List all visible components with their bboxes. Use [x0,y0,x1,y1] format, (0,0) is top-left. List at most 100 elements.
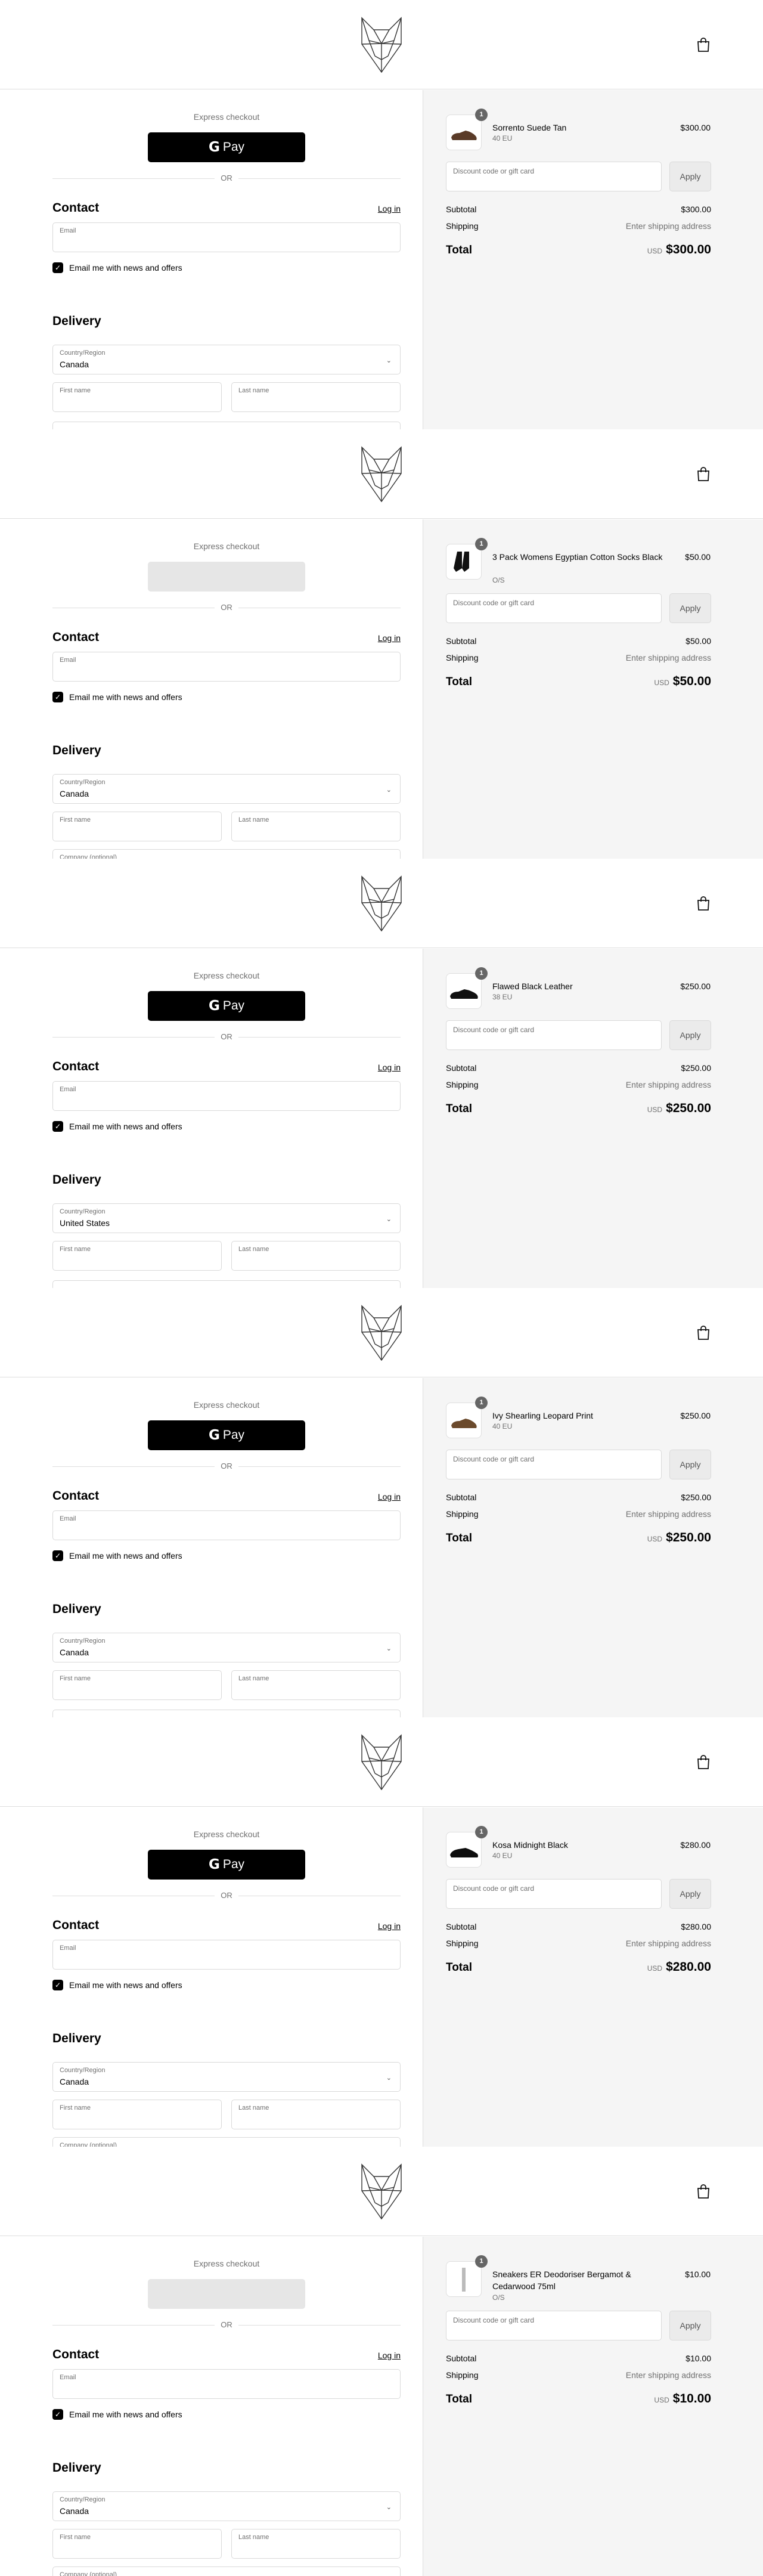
country-select[interactable]: Country/Region United States ⌄ [52,1203,401,1233]
order-summary: 1 Sneakers ER Deodoriser Bergamot & Ceda… [423,2237,763,2576]
country-select[interactable]: Country/Region Canada ⌄ [52,774,401,804]
first-name-field[interactable]: First name [52,812,222,841]
first-name-field[interactable]: First name [52,2529,222,2559]
first-name-field[interactable]: First name [52,1241,222,1271]
google-pay-button[interactable]: G Pay [148,132,305,162]
last-name-field[interactable]: Last name [231,1241,401,1271]
company-field[interactable]: Company (optional) [52,2137,401,2147]
last-name-field[interactable]: Last name [231,2100,401,2129]
login-link[interactable]: Log in [378,1921,401,1931]
newsletter-label[interactable]: Email me with news and offers [69,1980,182,1990]
login-link[interactable]: Log in [378,1492,401,1501]
product-shape [450,989,478,999]
wolf-logo-icon[interactable] [359,17,404,73]
or-divider: OR [52,1462,401,1471]
email-field[interactable]: Email [52,222,401,252]
first-name-label: First name [60,1675,91,1682]
login-link[interactable]: Log in [378,2351,401,2360]
wolf-logo-icon[interactable] [359,1305,404,1361]
newsletter-checkbox[interactable]: ✓ [52,2409,63,2420]
newsletter-checkbox[interactable]: ✓ [52,1980,63,1990]
discount-input[interactable]: Discount code or gift card [446,1879,662,1909]
first-name-field[interactable]: First name [52,382,222,412]
country-select[interactable]: Country/Region Canada ⌄ [52,345,401,374]
last-name-field[interactable]: Last name [231,382,401,412]
newsletter-label[interactable]: Email me with news and offers [69,263,182,273]
shopping-bag-icon[interactable] [696,2184,711,2199]
wolf-logo-icon[interactable] [359,2163,404,2220]
total-amount: USD $10.00 [654,2392,711,2406]
login-link[interactable]: Log in [378,1063,401,1072]
google-pay-button[interactable]: G Pay [148,991,305,1021]
shopping-bag-icon[interactable] [696,37,711,52]
shipping-label: Shipping [446,1080,479,1089]
company-field[interactable] [52,1280,401,1288]
newsletter-label[interactable]: Email me with news and offers [69,1551,182,1561]
or-divider: OR [52,1891,401,1900]
discount-input[interactable]: Discount code or gift card [446,2311,662,2340]
country-select[interactable]: Country/Region Canada ⌄ [52,1633,401,1662]
last-name-label: Last name [238,2104,269,2111]
email-field[interactable]: Email [52,1081,401,1111]
total-value: $50.00 [672,674,711,688]
company-field[interactable]: Company (optional) [52,2566,401,2576]
first-name-field[interactable]: First name [52,2100,222,2129]
wolf-logo-icon[interactable] [359,446,404,503]
currency-code: USD [647,1106,663,1114]
discount-input[interactable]: Discount code or gift card [446,162,662,191]
site-header [0,859,763,948]
product-image [450,989,478,999]
email-field[interactable]: Email [52,2369,401,2399]
shopping-bag-icon[interactable] [696,466,711,482]
email-field[interactable]: Email [52,652,401,682]
first-name-field[interactable]: First name [52,1670,222,1700]
apply-button[interactable]: Apply [669,593,711,623]
chevron-down-icon: ⌄ [386,357,392,364]
order-summary: 1 Kosa Midnight Black 40 EU $280.00 Disc… [423,1807,763,2147]
shopping-bag-icon[interactable] [696,1754,711,1770]
newsletter-label[interactable]: Email me with news and offers [69,692,182,702]
total-label: Total [446,676,472,688]
google-pay-button[interactable]: G Pay [148,1850,305,1880]
email-field[interactable]: Email [52,1940,401,1970]
last-name-field[interactable]: Last name [231,2529,401,2559]
apply-button[interactable]: Apply [669,1879,711,1909]
subtotal-label: Subtotal [446,205,477,214]
product-image [451,131,477,140]
product-variant: 40 EU [492,1852,513,1860]
shopping-bag-icon[interactable] [696,896,711,911]
first-name-label: First name [60,2534,91,2541]
email-field[interactable]: Email [52,1510,401,1540]
apply-button[interactable]: Apply [669,1020,711,1050]
company-field[interactable] [52,422,401,429]
product-shape [451,131,477,140]
product-image [454,552,469,572]
shopping-bag-icon[interactable] [696,1325,711,1340]
company-field[interactable]: Company (optional) [52,849,401,859]
apply-button[interactable]: Apply [669,162,711,191]
newsletter-label[interactable]: Email me with news and offers [69,2410,182,2419]
discount-input[interactable]: Discount code or gift card [446,1450,662,1479]
country-select[interactable]: Country/Region Canada ⌄ [52,2062,401,2092]
wolf-logo-icon[interactable] [359,875,404,932]
last-name-field[interactable]: Last name [231,812,401,841]
country-select[interactable]: Country/Region Canada ⌄ [52,2491,401,2521]
total-label: Total [446,1103,472,1115]
login-link[interactable]: Log in [378,633,401,643]
newsletter-checkbox[interactable]: ✓ [52,262,63,273]
login-link[interactable]: Log in [378,204,401,213]
apply-button[interactable]: Apply [669,1450,711,1479]
newsletter-checkbox[interactable]: ✓ [52,692,63,702]
check-icon: ✓ [54,1981,61,1989]
discount-placeholder: Discount code or gift card [453,2316,535,2324]
discount-input[interactable]: Discount code or gift card [446,1020,662,1050]
discount-input[interactable]: Discount code or gift card [446,593,662,623]
apply-button[interactable]: Apply [669,2311,711,2340]
company-field[interactable] [52,1710,401,1717]
google-pay-button[interactable]: G Pay [148,1420,305,1450]
last-name-field[interactable]: Last name [231,1670,401,1700]
wolf-logo-icon[interactable] [359,1734,404,1791]
newsletter-label[interactable]: Email me with news and offers [69,1122,182,1131]
newsletter-checkbox[interactable]: ✓ [52,1550,63,1561]
newsletter-checkbox[interactable]: ✓ [52,1121,63,1132]
